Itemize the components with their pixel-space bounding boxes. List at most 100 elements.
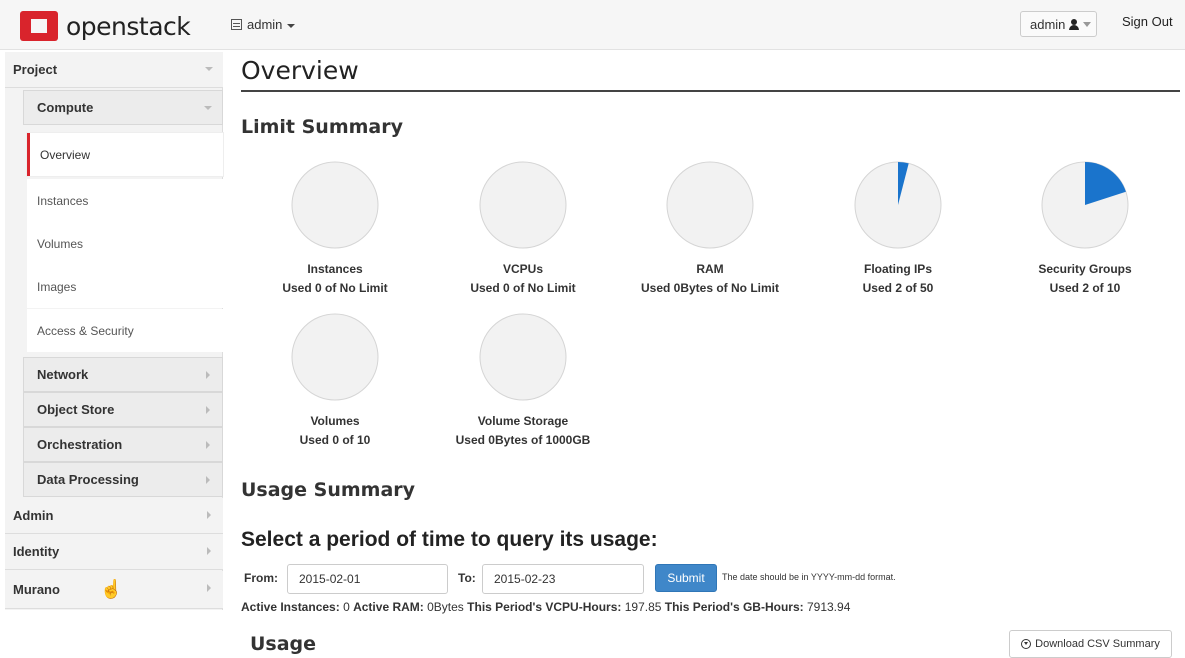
sidebar-item-label: Images xyxy=(37,279,77,294)
openstack-logo-icon xyxy=(20,11,58,41)
top-navbar: openstack admin admin Sign Out xyxy=(0,0,1185,50)
sidebar-item-label: Murano xyxy=(13,582,60,597)
pie-usage: Used 0 of 10 xyxy=(299,433,371,447)
project-selector-label: admin xyxy=(247,17,283,32)
pie-title: Floating IPs xyxy=(863,262,932,276)
to-date-input[interactable]: 2015-02-23 xyxy=(482,564,644,594)
pie-chart xyxy=(291,161,379,249)
pie-usage: Used 0Bytes of No Limit xyxy=(640,281,780,295)
sidebar-item-label: Volumes xyxy=(37,236,84,251)
sidebar-item-data-processing[interactable]: Data Processing xyxy=(23,462,223,497)
sidebar-item-overview[interactable]: Overview xyxy=(27,133,223,176)
pie-title: Security Groups xyxy=(1038,262,1132,276)
sidebar-item-label: Compute xyxy=(37,100,94,115)
active-ram-label: Active RAM: xyxy=(353,600,424,614)
vcpu-hours-label: This Period's VCPU-Hours: xyxy=(467,600,622,614)
pie-title: Volumes xyxy=(310,414,360,428)
pie-chart xyxy=(1041,161,1129,249)
sidebar-item-label: Overview xyxy=(40,147,91,162)
active-instances-value: 0 xyxy=(343,600,350,614)
gb-hours-label: This Period's GB-Hours: xyxy=(664,600,804,614)
sidebar-item-volumes[interactable]: Volumes xyxy=(27,222,223,265)
pie-chart xyxy=(479,313,567,401)
openstack-logo[interactable]: openstack xyxy=(20,10,191,42)
title-divider xyxy=(241,90,1180,92)
sidebar: Project Compute Overview Instances Volum… xyxy=(5,52,223,610)
logo-text: openstack xyxy=(66,11,191,41)
sidebar-item-project[interactable]: Project xyxy=(5,52,223,88)
pie-chart xyxy=(666,161,754,249)
date-format-hint: The date should be in YYYY-mm-dd format. xyxy=(722,572,896,582)
pie-chart xyxy=(854,161,942,249)
sidebar-item-label: Project xyxy=(13,62,58,77)
pie-background xyxy=(666,161,754,249)
project-list-icon xyxy=(231,19,242,30)
active-ram-value: 0Bytes xyxy=(427,600,464,614)
sidebar-item-label: Orchestration xyxy=(37,437,123,452)
chevron-right-icon xyxy=(206,441,210,449)
pie-chart xyxy=(479,161,567,249)
sign-out-link[interactable]: Sign Out xyxy=(1122,14,1173,29)
from-date-input[interactable]: 2015-02-01 xyxy=(287,564,448,594)
user-menu-label: admin xyxy=(1030,16,1066,32)
page-title: Overview xyxy=(241,56,359,85)
active-instances-label: Active Instances: xyxy=(241,600,340,614)
usage-stats: Active Instances: 0 Active RAM: 0Bytes T… xyxy=(241,600,850,614)
pie-title: Volume Storage xyxy=(477,414,569,428)
chevron-down-icon xyxy=(204,106,212,110)
submit-button[interactable]: Submit xyxy=(655,564,717,592)
download-csv-button[interactable]: Download CSV Summary xyxy=(1009,630,1172,658)
chevron-down-icon xyxy=(287,23,296,28)
chevron-right-icon xyxy=(207,547,211,555)
to-label: To: xyxy=(458,571,476,585)
hand-cursor-icon: ☝ xyxy=(100,579,123,599)
sidebar-item-access-security[interactable]: Access & Security xyxy=(27,309,223,352)
pie-title: VCPUs xyxy=(502,262,543,276)
limit-pie-vcpus: VCPUs Used 0 of No Limit xyxy=(438,160,608,295)
pie-usage: Used 0Bytes of 1000GB xyxy=(455,433,591,447)
chevron-right-icon xyxy=(206,406,210,414)
sidebar-item-compute[interactable]: Compute xyxy=(23,90,223,125)
sidebar-item-label: Object Store xyxy=(37,402,115,417)
pie-usage: Used 2 of 10 xyxy=(1049,281,1121,295)
sidebar-item-orchestration[interactable]: Orchestration xyxy=(23,427,223,462)
pie-usage: Used 0 of No Limit xyxy=(470,281,576,295)
limit-pie-volume-storage: Volume Storage Used 0Bytes of 1000GB xyxy=(438,312,608,447)
limit-pie-ram: RAM Used 0Bytes of No Limit xyxy=(625,160,795,295)
period-heading: Select a period of time to query its usa… xyxy=(241,528,658,551)
pie-background xyxy=(479,313,567,401)
pie-usage: Used 2 of 50 xyxy=(862,281,934,295)
pie-usage: Used 0 of No Limit xyxy=(282,281,388,295)
sidebar-item-instances[interactable]: Instances xyxy=(27,179,223,222)
sidebar-item-label: Admin xyxy=(13,508,54,523)
pie-background xyxy=(479,161,567,249)
user-menu-button[interactable]: admin xyxy=(1020,11,1097,37)
chevron-right-icon xyxy=(207,584,211,592)
sidebar-item-images[interactable]: Images xyxy=(27,265,223,308)
limit-pie-floating-ips: Floating IPs Used 2 of 50 xyxy=(813,160,983,295)
sidebar-item-label: Access & Security xyxy=(37,323,134,338)
sidebar-item-label: Network xyxy=(37,367,89,382)
sidebar-item-label: Data Processing xyxy=(37,472,139,487)
chevron-down-icon xyxy=(205,67,213,71)
from-label: From: xyxy=(244,571,278,585)
pie-background xyxy=(291,161,379,249)
sidebar-item-admin[interactable]: Admin xyxy=(5,498,223,534)
download-icon xyxy=(1021,639,1032,649)
limit-summary-heading: Limit Summary xyxy=(241,116,404,138)
project-selector[interactable]: admin xyxy=(231,17,296,32)
chevron-down-icon xyxy=(1083,21,1092,27)
sidebar-item-label: Instances xyxy=(37,193,89,208)
limit-pie-security-groups: Security Groups Used 2 of 10 xyxy=(1000,160,1170,295)
sidebar-item-network[interactable]: Network xyxy=(23,357,223,392)
pie-background xyxy=(291,313,379,401)
usage-heading: Usage xyxy=(250,633,317,655)
sidebar-item-object-store[interactable]: Object Store xyxy=(23,392,223,427)
sidebar-item-label: Identity xyxy=(13,544,60,559)
chevron-right-icon xyxy=(206,371,210,379)
sidebar-item-identity[interactable]: Identity xyxy=(5,534,223,570)
usage-summary-heading: Usage Summary xyxy=(241,479,416,501)
pie-title: Instances xyxy=(307,262,363,276)
limit-pie-volumes: Volumes Used 0 of 10 xyxy=(250,312,420,447)
chevron-right-icon xyxy=(206,476,210,484)
